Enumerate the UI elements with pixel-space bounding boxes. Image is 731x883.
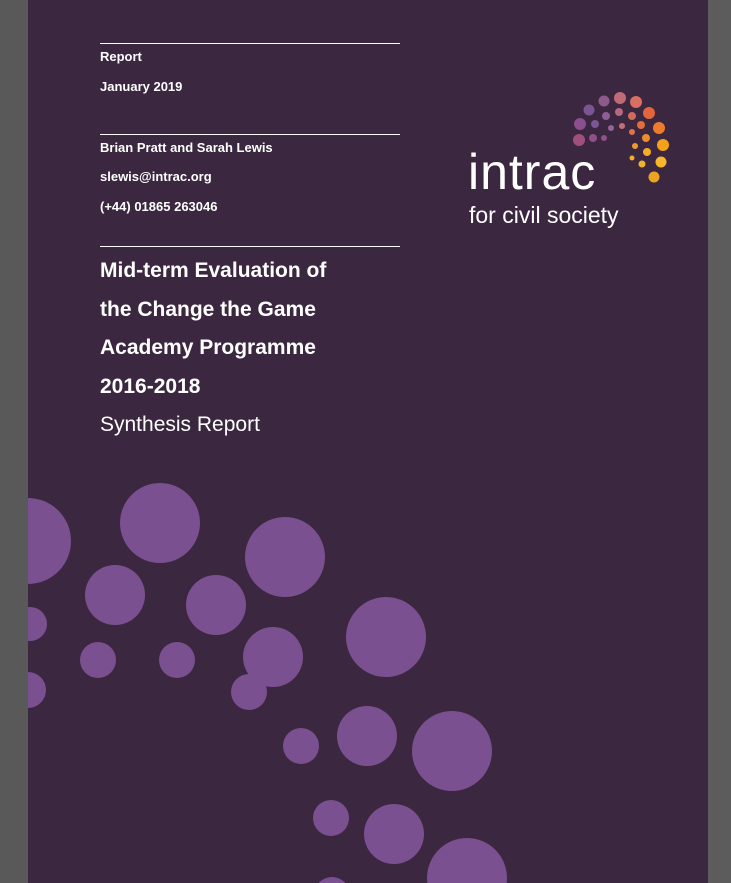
document-viewer: Report January 2019 Brian Pratt and Sara… — [0, 0, 731, 883]
viewer-scroll-margin — [708, 0, 731, 883]
decorative-bubbles — [28, 483, 507, 883]
cover-page: Report January 2019 Brian Pratt and Sara… — [28, 0, 708, 883]
